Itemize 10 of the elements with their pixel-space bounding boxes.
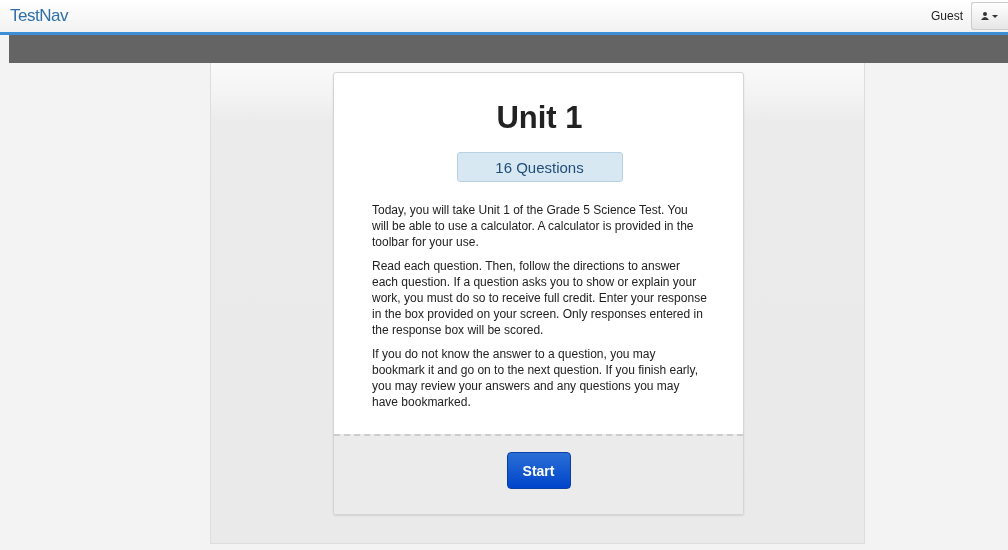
unit-title: Unit 1 — [496, 100, 583, 136]
instructions-paragraph: Read each question. Then, follow the directions to answer each question. If a question asks you to show or explain your work, you must do so to receive full credit. Enter your response in the box provided on your screen. Only responses entered in the response box will be scored. — [372, 258, 707, 338]
instructions-paragraph: Today, you will take Unit 1 of the Grade 5 Science Test. You will be able to use a calculator. A calculator is provided in the toolbar for your use. — [372, 202, 695, 250]
start-button[interactable]: Start — [506, 452, 571, 489]
user-menu-button[interactable] — [971, 2, 1008, 30]
logo: TestNav — [10, 6, 68, 26]
question-count: 16 Questions — [456, 152, 623, 182]
user-name: Guest — [931, 9, 963, 23]
user-icon — [981, 12, 999, 20]
instructions-paragraph: If you do not know the answer to a question, you may bookmark it and go on to the next question. If you finish early, you may review your answers and any questions you may have bookmarked. — [372, 346, 699, 410]
